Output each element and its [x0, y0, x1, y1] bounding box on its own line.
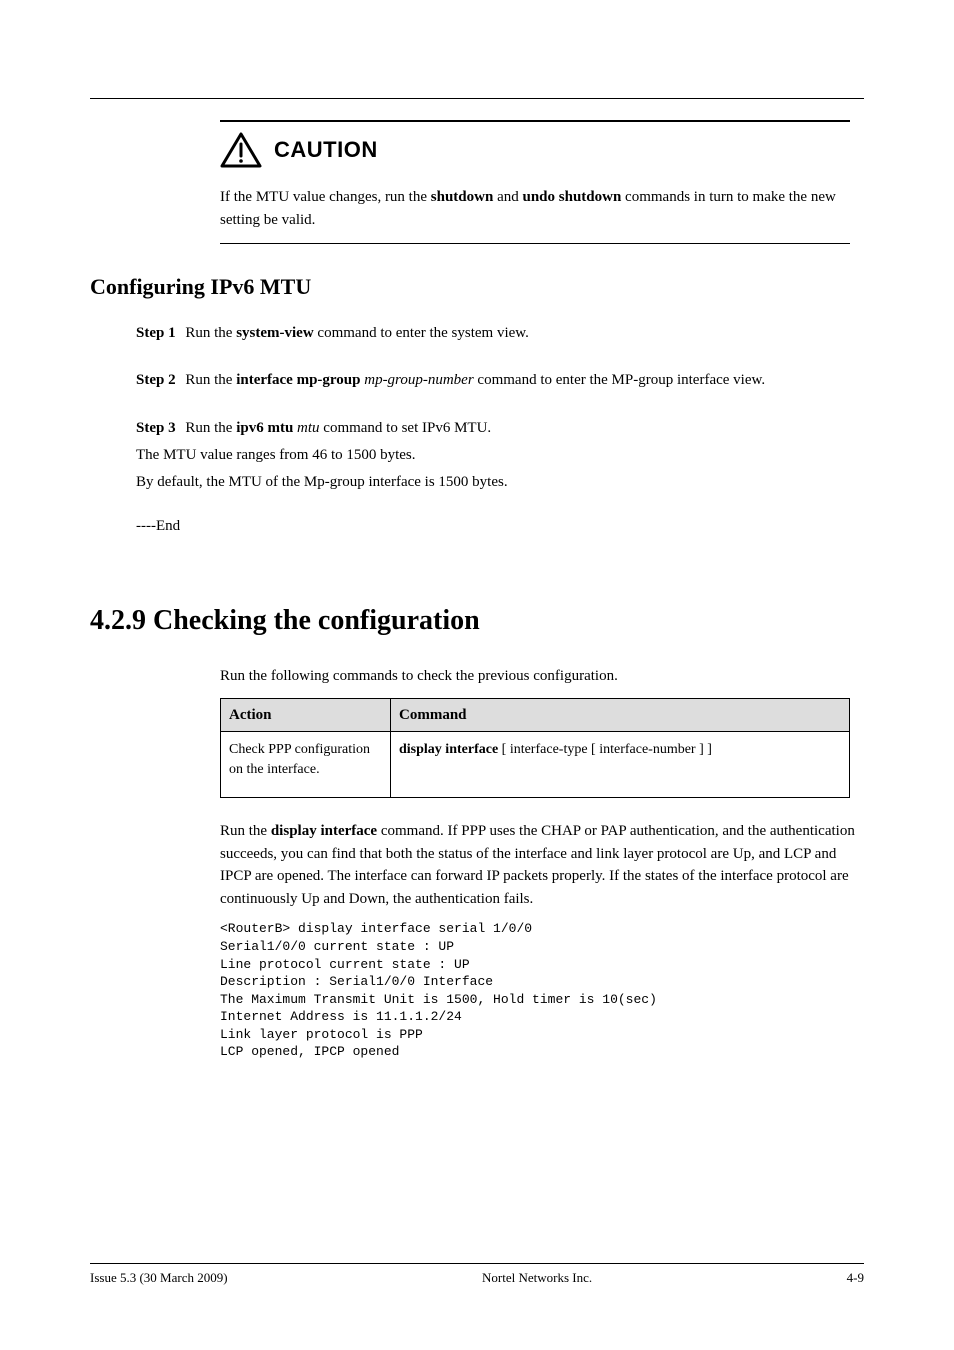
display-output-block: <RouterB> display interface serial 1/0/0…	[220, 920, 864, 1060]
step-1-label: Step 1	[136, 325, 176, 341]
section-intro: Run the following commands to check the …	[220, 665, 864, 688]
caution-box: CAUTION If the MTU value changes, run th…	[220, 120, 850, 244]
warning-triangle-icon	[220, 132, 262, 168]
step-3-label: Step 3	[136, 420, 176, 436]
table-row: Check PPP configuration on the interface…	[221, 732, 850, 798]
section-body: Run the following commands to check the …	[220, 665, 864, 1061]
step-3-arg: mtu	[297, 420, 320, 436]
heading-configuring-ipv6-mtu: Configuring IPv6 MTU	[90, 274, 864, 300]
caution-label: CAUTION	[274, 137, 378, 163]
caution-header: CAUTION	[220, 122, 850, 180]
caution-bottom-rule	[220, 243, 850, 244]
step-1-text: Run the system-view command to enter the…	[185, 325, 529, 341]
step-3: Step 3 Run the ipv6 mtu mtu command to s…	[136, 417, 864, 495]
footer-issue: Issue 5.3 (30 March 2009)	[90, 1270, 228, 1286]
step-1: Step 1 Run the system-view command to en…	[136, 322, 864, 345]
table-cell-action: Check PPP configuration on the interface…	[221, 732, 391, 798]
step-2-arg: mp-group-number	[364, 372, 473, 388]
check-table: Action Command Check PPP configuration o…	[220, 698, 850, 799]
step-3-detail-2: By default, the MTU of the Mp-group inte…	[136, 471, 864, 494]
footer-rule	[90, 1263, 864, 1264]
step-2-cmd: interface mp-group	[236, 372, 360, 388]
caution-body-text: If the MTU value changes, run the shutdo…	[220, 180, 850, 243]
step-1-cmd: system-view	[236, 325, 313, 341]
header-rule	[90, 98, 864, 99]
step-3-text: Run the ipv6 mtu mtu command to set IPv6…	[185, 420, 491, 436]
table-header-action: Action	[221, 698, 391, 732]
footer-page: 4-9	[847, 1270, 864, 1286]
footer-copyright: Nortel Networks Inc.	[482, 1270, 592, 1286]
step-2-label: Step 2	[136, 372, 176, 388]
heading-checking-configuration: 4.2.9 Checking the configuration	[90, 605, 864, 637]
footer: Issue 5.3 (30 March 2009) Nortel Network…	[90, 1263, 864, 1286]
table-header-command: Command	[391, 698, 850, 732]
footer-row: Issue 5.3 (30 March 2009) Nortel Network…	[90, 1270, 864, 1286]
table-header-row: Action Command	[221, 698, 850, 732]
step-2-text: Run the interface mp-group mp-group-numb…	[185, 372, 765, 388]
post-table-paragraph: Run the display interface command. If PP…	[220, 820, 864, 910]
step-3-cmd: ipv6 mtu	[236, 420, 293, 436]
step-2: Step 2 Run the interface mp-group mp-gro…	[136, 369, 864, 392]
end-marker: ----End	[136, 518, 864, 535]
table-cell-command: display interface [ interface-type [ int…	[391, 732, 850, 798]
page: CAUTION If the MTU value changes, run th…	[0, 0, 954, 1350]
step-3-detail-1: The MTU value ranges from 46 to 1500 byt…	[136, 444, 864, 467]
